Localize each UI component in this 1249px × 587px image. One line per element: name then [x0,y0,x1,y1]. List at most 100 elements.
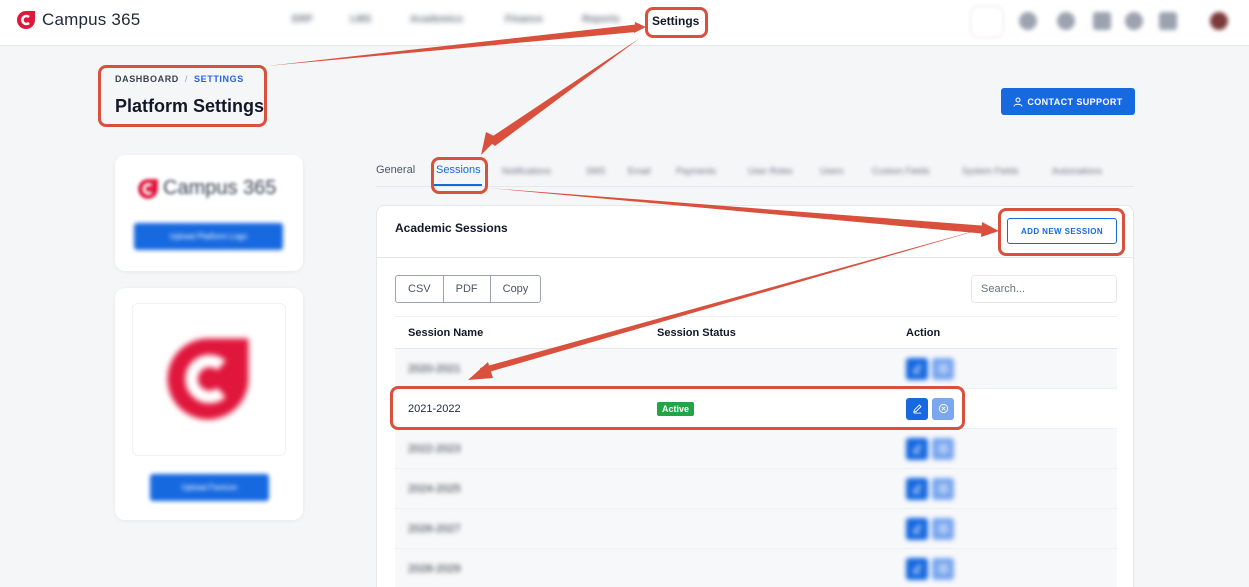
search-icon[interactable] [970,6,1004,38]
edit-icon[interactable] [906,477,928,500]
globe-icon[interactable] [1019,12,1037,30]
nav-item-blurred[interactable]: ERP [292,14,313,25]
user-status-icon[interactable] [1057,12,1075,30]
close-circle-icon[interactable] [932,477,954,500]
flag-icon[interactable] [1159,12,1177,30]
export-csv-button[interactable]: CSV [395,275,444,303]
contact-support-button[interactable]: CONTACT SUPPORT [1001,88,1135,115]
session-name-cell: 2022-2023 [395,428,644,469]
row-actions [906,557,1117,580]
add-new-session-button[interactable]: ADD NEW SESSION [1007,218,1117,244]
avatar[interactable] [1210,12,1228,30]
close-circle-icon[interactable] [932,437,954,460]
panel-divider [377,257,1133,258]
edit-icon[interactable] [906,517,928,540]
close-circle-icon[interactable] [932,397,954,420]
action-cell [893,428,1117,469]
tab-blurred[interactable]: Users [820,166,844,176]
close-circle-icon[interactable] [932,517,954,540]
row-actions [906,477,1117,500]
academic-sessions-panel: Academic Sessions ADD NEW SESSION CSV PD… [376,205,1134,587]
column-header-session-name[interactable]: Session Name [395,316,644,349]
session-status-cell [644,508,893,549]
session-name-cell: 2026-2027 [395,508,644,549]
brand-name: Campus 365 [42,10,141,29]
tab-blurred[interactable]: System Fields [962,166,1019,176]
tab-general[interactable]: General [376,164,415,176]
tab-blurred[interactable]: SMS [586,166,606,176]
bell-icon[interactable] [1093,12,1111,30]
action-cell [893,348,1117,389]
close-circle-icon[interactable] [932,357,954,380]
export-pdf-button[interactable]: PDF [442,275,491,303]
session-name: 2020-2021 [408,362,461,375]
row-actions [906,397,1117,420]
nav-item-blurred[interactable]: LMS [350,14,371,25]
session-status-cell [644,428,893,469]
session-status-cell [644,468,893,509]
edit-icon[interactable] [906,397,928,420]
search-input[interactable] [971,275,1117,303]
row-actions [906,437,1117,460]
session-name-cell: 2021-2022 [395,388,644,429]
action-cell [893,548,1117,587]
upload-favicon-button[interactable]: Upload Favicon [150,474,269,501]
column-header-action: Action [893,316,1117,349]
upload-platform-logo-button[interactable]: Upload Platform Logo [134,223,283,250]
session-name: 2028-2029 [408,562,461,575]
action-cell [893,508,1117,549]
upload-platform-logo-label: Upload Platform Logo [169,232,248,241]
tab-blurred[interactable]: Automations [1052,166,1102,176]
column-header-session-status[interactable]: Session Status [644,316,893,349]
status-badge: Active [657,401,695,416]
brand[interactable]: Campus 365 [16,10,140,30]
action-cell [893,388,1117,429]
platform-logo-card: Campus 365 Upload Platform Logo [115,155,303,271]
close-circle-icon[interactable] [932,557,954,580]
table-row: 2022-2023 [395,428,1117,469]
tab-sessions[interactable]: Sessions [436,164,481,176]
favicon-card: Upload Favicon [115,288,303,520]
table-row: 2028-2029 [395,548,1117,587]
tab-active-indicator [434,184,482,186]
tab-blurred[interactable]: Custom Fields [872,166,930,176]
favicon-preview [132,303,286,456]
nav-item-settings[interactable]: Settings [652,14,699,28]
nav-item-blurred[interactable]: Finance [505,14,543,25]
table-header-row: Session Name Session Status Action [395,316,1117,349]
table-row: 2024-2025 [395,468,1117,509]
tab-blurred[interactable]: Email [628,166,651,176]
nav-item-blurred[interactable]: Academics [410,14,463,25]
breadcrumb-separator: / [184,74,189,84]
user-icon [1013,97,1023,107]
edit-icon[interactable] [906,357,928,380]
campus-logo-icon [138,178,158,199]
session-name: 2021-2022 [408,402,461,415]
breadcrumb-settings: SETTINGS [194,74,244,84]
contact-support-label: CONTACT SUPPORT [1027,96,1123,107]
tab-blurred[interactable]: Payments [676,166,716,176]
sessions-table: Session Name Session Status Action 2020-… [395,316,1117,587]
tab-blurred[interactable]: User Roles [748,166,793,176]
edit-icon[interactable] [906,557,928,580]
upload-favicon-label: Upload Favicon [181,483,238,492]
action-cell [893,468,1117,509]
breadcrumb-dashboard[interactable]: DASHBOARD [115,74,179,84]
nav-item-blurred[interactable]: Reports [582,14,620,25]
table-row: 2026-2027 [395,508,1117,549]
breadcrumb: DASHBOARD / SETTINGS [115,74,244,84]
session-name-cell: 2024-2025 [395,468,644,509]
row-actions [906,357,1117,380]
copy-button[interactable]: Copy [489,275,542,303]
table-row: 2021-2022 Active [395,388,1117,429]
session-name: 2026-2027 [408,522,461,535]
arrow-to-sessions [487,38,640,146]
platform-logo-text: Campus 365 [163,177,277,199]
session-status-cell: Active [644,388,893,429]
top-navbar: Campus 365 ERP LMS Academics Finance Rep… [0,0,1249,46]
row-actions [906,517,1117,540]
edit-icon[interactable] [906,437,928,460]
session-status-cell [644,348,893,389]
help-icon[interactable] [1125,12,1143,30]
tab-blurred[interactable]: Notifications [502,166,551,176]
